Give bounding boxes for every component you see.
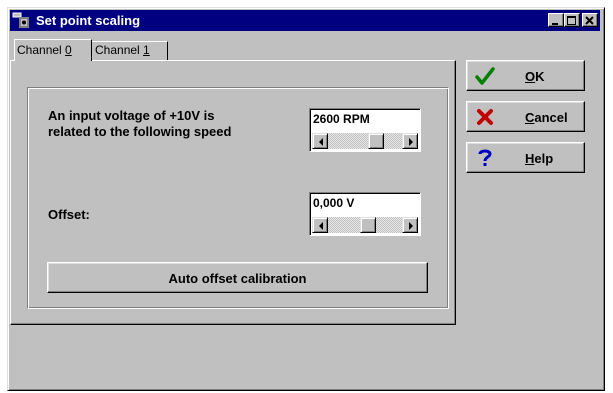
app-icon: [12, 12, 29, 28]
window-title: Set point scaling: [36, 13, 141, 28]
ok-rest: K: [535, 69, 545, 84]
close-button[interactable]: [582, 13, 598, 27]
checkmark-icon: [475, 67, 495, 85]
ok-accel: O: [525, 69, 536, 84]
help-rest: elp: [534, 151, 554, 166]
tab-accel: 0: [65, 43, 72, 57]
x-icon: [477, 109, 493, 125]
ok-button[interactable]: OK: [466, 60, 585, 91]
cancel-accel: C: [525, 110, 535, 125]
tab-channel-0[interactable]: Channel 0: [14, 39, 92, 61]
title-bar[interactable]: Set point scaling: [10, 10, 600, 31]
cancel-label: Cancel: [525, 110, 568, 125]
minimize-icon: [552, 23, 558, 25]
tab-label: Channel: [17, 43, 66, 57]
cancel-rest: ancel: [534, 110, 568, 125]
question-icon: [478, 149, 492, 166]
maximize-button[interactable]: [564, 13, 580, 27]
help-label: Help: [525, 151, 553, 166]
help-accel: H: [525, 151, 535, 166]
ok-label: OK: [525, 69, 545, 84]
tab-label: Channel: [95, 43, 144, 57]
help-button[interactable]: Help: [466, 142, 585, 173]
tab-accel: 1: [143, 43, 150, 57]
cancel-button[interactable]: Cancel: [466, 101, 585, 132]
tab-channel-1[interactable]: Channel 1: [92, 41, 168, 60]
maximize-icon: [567, 16, 576, 25]
tab-page: [10, 60, 456, 325]
minimize-button[interactable]: [548, 13, 564, 27]
close-icon: [585, 16, 594, 25]
